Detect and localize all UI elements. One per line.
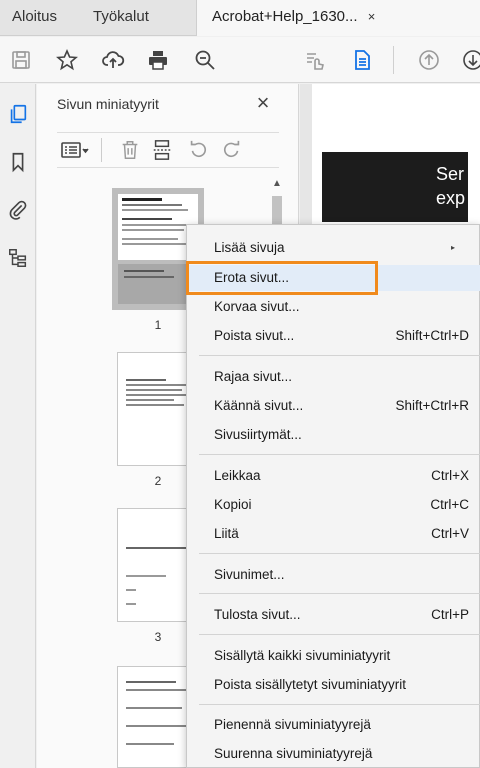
submenu-arrow-icon: ▸ xyxy=(450,243,455,252)
zoom-out-icon[interactable] xyxy=(190,45,220,75)
cloud-upload-icon[interactable] xyxy=(98,45,128,75)
trash-icon[interactable] xyxy=(119,138,141,162)
menu-item-label: Suurenna sivuminiatyyrejä xyxy=(214,746,373,761)
banner-line-1: Ser xyxy=(436,164,465,184)
toolbar-separator xyxy=(393,46,394,74)
menu-separator xyxy=(199,593,480,594)
menu-item-label: Leikkaa xyxy=(214,468,261,483)
menu-separator xyxy=(199,634,480,635)
menu-item-reduce-thumbnails[interactable]: Pienennä sivuminiatyyrejä xyxy=(187,712,480,738)
menu-item-paste[interactable]: Liitä Ctrl+V xyxy=(187,521,480,547)
scroll-up-icon[interactable]: ▲ xyxy=(269,176,285,192)
menu-item-label: Poista sisällytetyt sivuminiatyyrit xyxy=(214,677,407,692)
document-banner: Ser exp xyxy=(322,152,468,222)
menu-item-label: Erota sivut... xyxy=(214,270,290,285)
menu-item-crop-pages[interactable]: Rajaa sivut... xyxy=(187,364,480,390)
save-icon[interactable] xyxy=(6,45,36,75)
bookmark-icon[interactable] xyxy=(4,148,32,176)
menu-item-rotate-pages[interactable]: Käännä sivut... Shift+Ctrl+R xyxy=(187,393,480,419)
page-down-icon[interactable] xyxy=(458,45,480,75)
menu-item-enlarge-thumbnails[interactable]: Suurenna sivuminiatyyrejä xyxy=(187,741,480,767)
menu-item-label: Poista sivut... xyxy=(214,328,295,343)
menu-item-embed-thumbnails[interactable]: Sisällytä kaikki sivuminiatyyrit xyxy=(187,643,480,669)
panel-title: Sivun miniatyyrit xyxy=(57,96,159,112)
hand-sign-icon[interactable] xyxy=(300,45,330,75)
close-icon[interactable]: × xyxy=(368,0,376,34)
tab-document[interactable]: Acrobat+Help_1630... × xyxy=(196,0,480,36)
tab-bar: Aloitus Työkalut Acrobat+Help_1630... × xyxy=(0,0,480,36)
banner-line-2: exp xyxy=(436,188,466,208)
menu-item-page-labels[interactable]: Sivunimet... xyxy=(187,562,480,588)
rotate-left-icon[interactable] xyxy=(187,138,209,162)
menu-item-cut[interactable]: Leikkaa Ctrl+X xyxy=(187,463,480,489)
menu-item-shortcut: Ctrl+V xyxy=(431,526,469,541)
layers-icon[interactable] xyxy=(4,244,32,272)
insert-page-icon[interactable] xyxy=(151,138,173,162)
menu-item-shortcut: Shift+Ctrl+R xyxy=(395,398,469,413)
thumbnail-number: 3 xyxy=(154,630,162,644)
menu-item-shortcut: Ctrl+X xyxy=(431,468,469,483)
menu-item-delete-pages[interactable]: Poista sivut... Shift+Ctrl+D xyxy=(187,323,480,349)
menu-item-label: Sivusiirtymät... xyxy=(214,427,302,442)
menu-item-insert-pages[interactable]: Lisää sivuja ▸ xyxy=(187,235,480,261)
menu-item-replace-pages[interactable]: Korvaa sivut... xyxy=(187,294,480,320)
attachment-icon[interactable] xyxy=(4,196,32,224)
menu-item-label: Liitä xyxy=(214,526,239,541)
close-icon[interactable]: × xyxy=(251,92,275,116)
menu-item-print-pages[interactable]: Tulosta sivut... Ctrl+P xyxy=(187,602,480,628)
menu-separator xyxy=(199,355,480,356)
separator xyxy=(101,138,102,162)
menu-item-extract-pages[interactable]: Erota sivut... xyxy=(187,265,480,291)
menu-separator xyxy=(199,704,480,705)
tab-home[interactable]: Aloitus xyxy=(12,0,57,36)
menu-item-label: Sisällytä kaikki sivuminiatyyrit xyxy=(214,648,391,663)
star-icon[interactable] xyxy=(52,45,82,75)
menu-item-shortcut: Ctrl+P xyxy=(431,607,469,622)
page-context-menu: Lisää sivuja ▸ Erota sivut... Korvaa siv… xyxy=(186,224,480,768)
menu-item-page-transitions[interactable]: Sivusiirtymät... xyxy=(187,422,480,448)
page-thumbnail-icon[interactable] xyxy=(347,45,377,75)
menu-item-label: Kopioi xyxy=(214,497,252,512)
tab-document-label: Acrobat+Help_1630... xyxy=(212,8,358,25)
pages-icon[interactable] xyxy=(4,100,32,128)
menu-item-label: Käännä sivut... xyxy=(214,398,304,413)
menu-item-copy[interactable]: Kopioi Ctrl+C xyxy=(187,492,480,518)
menu-item-remove-embedded-thumbnails[interactable]: Poista sisällytetyt sivuminiatyyrit xyxy=(187,672,480,698)
menu-item-label: Korvaa sivut... xyxy=(214,299,300,314)
menu-item-label: Lisää sivuja xyxy=(214,240,285,255)
left-navigation-rail xyxy=(0,84,36,768)
toolbar xyxy=(0,37,480,83)
menu-item-label: Pienennä sivuminiatyyrejä xyxy=(214,717,371,732)
print-icon[interactable] xyxy=(143,45,173,75)
options-menu-icon[interactable] xyxy=(59,138,91,162)
page-up-icon[interactable] xyxy=(414,45,444,75)
menu-separator xyxy=(199,454,480,455)
menu-item-shortcut: Shift+Ctrl+D xyxy=(395,328,469,343)
thumbnail-number: 2 xyxy=(154,474,162,488)
menu-separator xyxy=(199,553,480,554)
menu-item-label: Tulosta sivut... xyxy=(214,607,301,622)
rotate-right-icon[interactable] xyxy=(221,138,243,162)
tab-tools[interactable]: Työkalut xyxy=(93,0,149,36)
menu-item-label: Rajaa sivut... xyxy=(214,369,293,384)
panel-toolbar xyxy=(57,132,279,168)
thumbnail-number: 1 xyxy=(154,318,162,332)
menu-item-label: Sivunimet... xyxy=(214,567,285,582)
menu-item-shortcut: Ctrl+C xyxy=(430,497,469,512)
